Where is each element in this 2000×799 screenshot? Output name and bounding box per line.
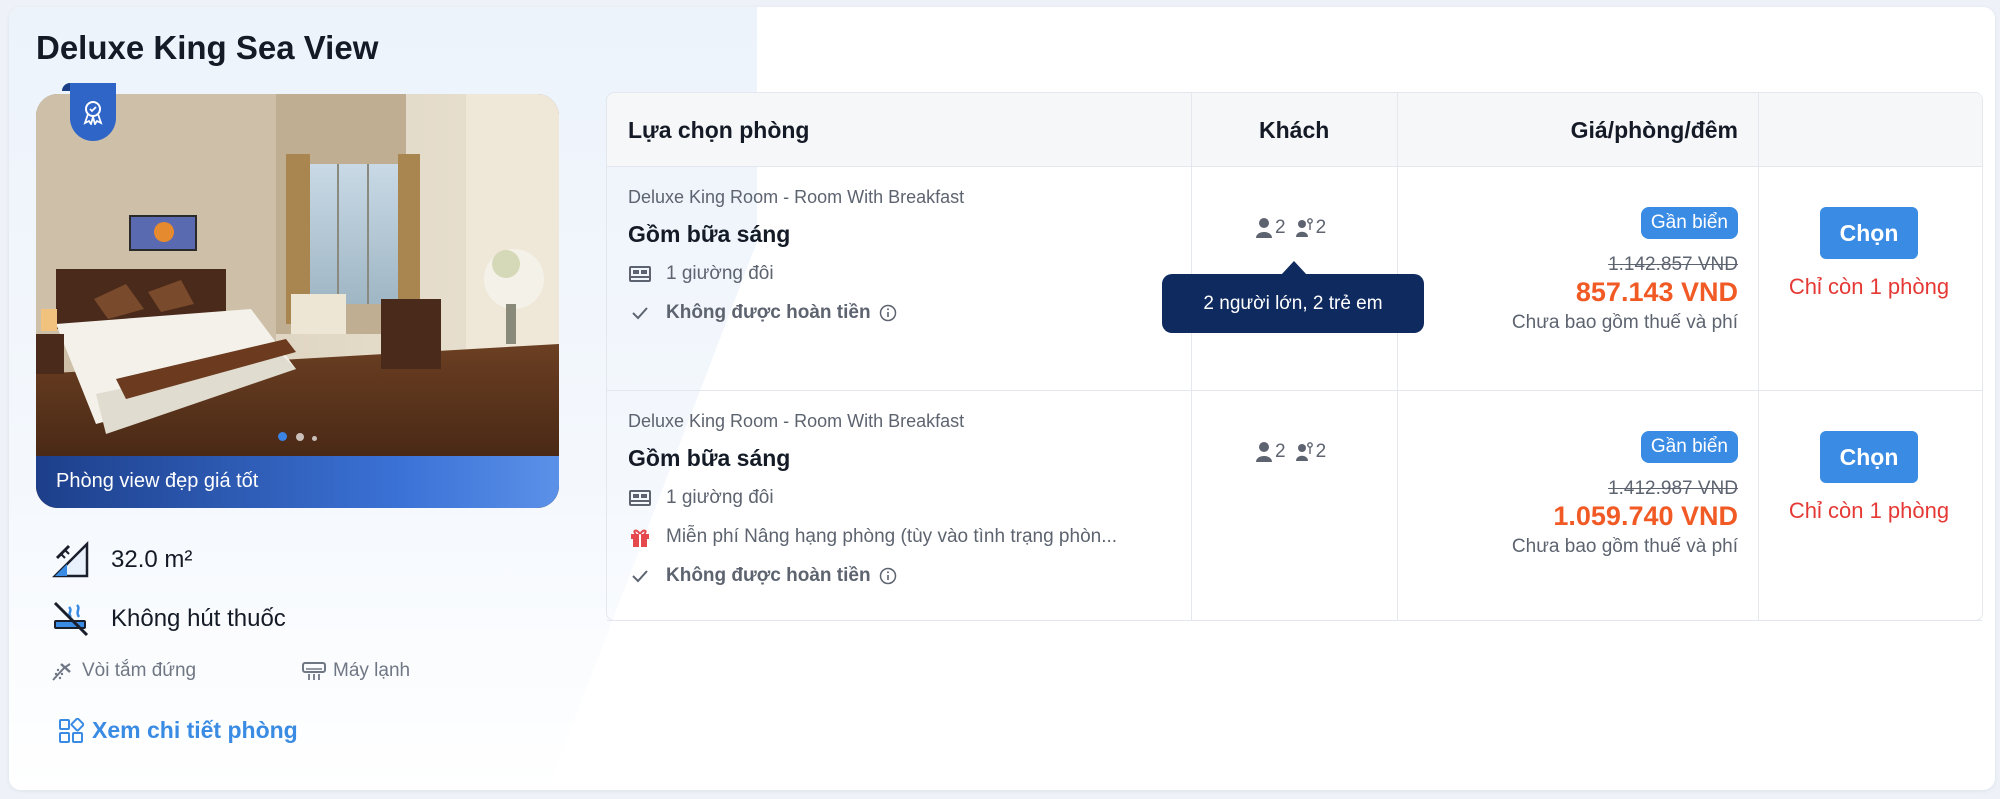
photo-caption: Phòng view đẹp giá tốt [36,456,559,508]
info-icon[interactable] [879,567,897,585]
tax-note: Chưa bao gồm thuế và phí [1511,312,1738,333]
original-price: 1.142.857 VND [1608,254,1738,275]
location-tag: Gần biển [1640,207,1738,239]
adult-count: 2 [1275,441,1286,462]
header-room-option: Lựa chọn phòng [628,117,810,143]
award-badge [70,83,116,141]
child-count: 2 [1315,441,1327,462]
adult-count: 2 [1275,217,1286,238]
feature-smoking-label: Không hút thuốc [111,605,286,632]
shower-icon [52,663,71,681]
option-subtitle: Deluxe King Room - Room With Breakfast [628,411,965,431]
guest-tooltip: 2 người lớn, 2 trẻ em [1162,261,1424,333]
amenity-shower: Vòi tắm đứng [50,660,196,682]
amenity-ac: Máy lạnh [301,660,410,682]
room-photo-carousel[interactable]: Phòng view đẹp giá tốt [36,94,559,508]
child-icon [1295,218,1313,237]
table-row: Deluxe King Room - Room With Breakfast G… [607,391,1982,614]
bed-icon [629,266,651,282]
amenity-ac-label: Máy lạnh [333,660,411,681]
feature-area: 32.0 m² [51,540,192,580]
info-icon[interactable] [879,304,897,322]
row-divider [607,620,1982,621]
header-price: Giá/phòng/đêm [1570,117,1738,143]
bed-info: 1 giường đôi [628,263,774,285]
discounted-price: 857.143 VND [1575,277,1738,307]
no-smoking-icon [53,601,89,637]
area-ruler-icon [51,540,89,578]
grid-icon [59,717,84,743]
choose-button[interactable]: Chọn [1820,431,1918,483]
bed-icon [629,490,651,506]
refund-label: Không được hoàn tiền [666,565,871,586]
refund-policy: Không được hoàn tiền [628,302,897,324]
room-card: Deluxe King Sea View Phòng view đẹp giá … [9,7,1995,790]
child-count: 2 [1315,217,1327,238]
guest-capacity[interactable]: 2 2 [1255,217,1326,239]
discounted-price: 1.059.740 VND [1553,501,1738,531]
carousel-dot[interactable] [295,433,304,441]
check-icon [632,307,648,320]
bed-label: 1 giường đôi [666,263,774,284]
gift-icon [631,529,649,547]
room-details-label[interactable]: Xem chi tiết phòng [92,717,298,744]
child-icon [1295,442,1313,461]
feature-area-label: 32.0 m² [111,546,193,573]
upgrade-label: Miễn phí Nâng hạng phòng (tùy vào tình t… [666,526,1118,547]
air-conditioner-icon [302,662,326,680]
bed-label: 1 giường đôi [666,487,774,508]
original-price: 1.412.987 VND [1608,478,1738,499]
amenity-shower-label: Vòi tắm đứng [82,660,197,681]
check-icon [632,570,648,583]
option-subtitle: Deluxe King Room - Room With Breakfast [628,187,965,207]
refund-policy: Không được hoàn tiền [628,565,897,587]
refund-label: Không được hoàn tiền [666,302,871,323]
choose-button[interactable]: Chọn [1820,207,1918,259]
header-guests: Khách [1259,117,1330,143]
feature-smoking: Không hút thuốc [51,599,286,639]
table-header: Lựa chọn phòng Khách Giá/phòng/đêm [607,93,1982,167]
option-title: Gồm bữa sáng [628,445,791,471]
rooms-remaining: Chỉ còn 1 phòng [1788,498,1950,523]
room-options-table: Lựa chọn phòng Khách Giá/phòng/đêm Delux… [606,92,1983,621]
adult-icon [1256,442,1272,462]
bed-info: 1 giường đôi [628,487,774,509]
carousel-dot[interactable] [311,436,317,441]
room-title: Deluxe King Sea View [36,29,379,66]
room-details-link[interactable]: Xem chi tiết phòng [58,717,298,744]
carousel-dots [36,428,559,446]
carousel-dot[interactable] [278,432,288,441]
location-tag: Gần biển [1640,431,1738,463]
option-title: Gồm bữa sáng [628,221,791,247]
adult-icon [1256,218,1272,238]
award-icon [83,101,103,125]
upgrade-perk: Miễn phí Nâng hạng phòng (tùy vào tình t… [628,526,1117,548]
guest-capacity[interactable]: 2 2 [1255,441,1326,463]
tax-note: Chưa bao gồm thuế và phí [1511,536,1738,557]
rooms-remaining: Chỉ còn 1 phòng [1788,274,1950,299]
table-row: Deluxe King Room - Room With Breakfast G… [607,167,1982,390]
